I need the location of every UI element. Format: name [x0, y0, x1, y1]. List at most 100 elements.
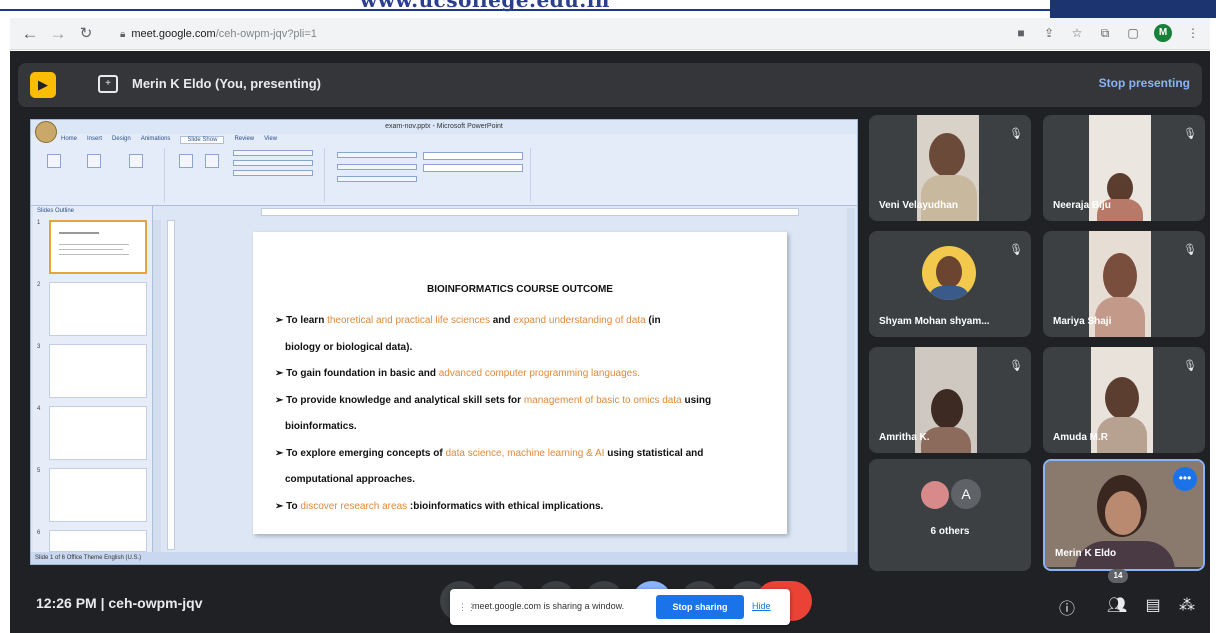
extensions-icon[interactable]: ⧉: [1098, 26, 1112, 41]
bullet-line: bioinformatics.: [285, 421, 357, 432]
back-icon[interactable]: ←: [20, 24, 40, 44]
slide-number: 6: [37, 530, 41, 536]
sharing-notification: ⋮⋮ meet.google.com is sharing a window. …: [450, 589, 790, 625]
participant-name: Amuda M.R: [1053, 432, 1108, 443]
mic-off-icon: 🎙︎: [1009, 128, 1023, 140]
text: ➢ To learn: [275, 315, 328, 326]
ribbon-tab: Animations: [140, 136, 171, 142]
bullet-line: computational approaches.: [285, 474, 416, 485]
presenting-bar: ▶ + Merin K Eldo (You, presenting) Stop …: [18, 63, 1202, 107]
bullet-line: ➢ To gain foundation in basic and advanc…: [275, 361, 775, 388]
others-avatar-letter: A: [951, 479, 981, 509]
more-options-button[interactable]: •••: [1173, 467, 1197, 491]
mic-off-icon: 🎙︎: [1009, 360, 1023, 372]
camera-icon[interactable]: ■: [1014, 26, 1028, 40]
participant-avatar: [922, 246, 976, 300]
presentation-icon: ▶: [30, 72, 56, 98]
participant-tile[interactable]: 🎙︎ Amuda M.R: [1043, 347, 1205, 453]
others-tile[interactable]: A 6 others: [869, 459, 1031, 571]
text: ➢ To explore emerging concepts of: [275, 447, 446, 459]
chat-icon[interactable]: ▤: [1142, 595, 1164, 615]
ribbon-tab-active: Slide Show: [180, 136, 225, 144]
current-slide: BIOINFORMATICS COURSE OUTCOME ➢ To learn…: [253, 232, 787, 534]
stop-sharing-button[interactable]: Stop sharing: [656, 595, 744, 619]
horizontal-ruler: [261, 208, 799, 216]
mic-off-icon: 🎙︎: [1183, 244, 1197, 256]
ribbon-tab: View: [264, 136, 278, 142]
participant-tile[interactable]: 🎙︎ Mariya Shaji: [1043, 231, 1205, 337]
lock-icon: 🔒︎: [120, 29, 126, 40]
share-icon[interactable]: ⇪: [1042, 26, 1056, 40]
slide-number: 4: [37, 406, 41, 412]
mic-off-icon: 🎙︎: [1183, 128, 1197, 140]
bullet-line: ➢ To explore emerging concepts of data s…: [275, 441, 775, 468]
slide-thumbnail[interactable]: [49, 220, 147, 274]
participant-name: Veni Velayudhan: [879, 200, 958, 211]
highlight-text: expand understanding of data: [513, 315, 646, 326]
slide-thumbnail[interactable]: [49, 530, 147, 552]
ppt-window-title: exam-nov.pptx - Microsoft PowerPoint: [31, 120, 857, 134]
ppt-status-bar: Slide 1 of 6 Office Theme English (U.S.): [31, 552, 857, 564]
slide-thumbnail[interactable]: [49, 406, 147, 460]
url-host: meet.google.com: [131, 28, 216, 40]
highlight-text: discover research areas: [300, 500, 408, 512]
participant-tile[interactable]: 🎙︎ Amritha K.: [869, 347, 1031, 453]
shared-screen: exam-nov.pptx - Microsoft PowerPoint Hom…: [30, 119, 858, 565]
bullet-line: ➢ To provide knowledge and analytical sk…: [275, 388, 775, 415]
participant-tile[interactable]: 🎙︎ Neeraja Biju: [1043, 115, 1205, 221]
people-count-badge: 14: [1108, 569, 1128, 583]
others-avatar-image: [921, 481, 949, 509]
text: (in: [645, 315, 661, 326]
reload-icon[interactable]: ↻: [76, 24, 96, 44]
ribbon-tab: Review: [234, 136, 255, 142]
participant-tile[interactable]: 🎙︎ Veni Velayudhan: [869, 115, 1031, 221]
panel-scrollbar[interactable]: [153, 220, 161, 554]
text: ➢ To gain foundation in basic and: [275, 368, 439, 379]
participant-name: Mariya Shaji: [1053, 316, 1112, 327]
sharing-message: meet.google.com is sharing a window.: [472, 601, 625, 611]
text: ➢ To: [275, 500, 301, 512]
participant-name: Neeraja Biju: [1053, 200, 1111, 211]
activities-icon[interactable]: ⁂: [1176, 595, 1198, 615]
participant-name: Merin K Eldo: [1055, 548, 1117, 559]
slide-scrollbar[interactable]: [847, 208, 855, 554]
highlight-text: advanced computer programming languages.: [438, 368, 640, 379]
people-icon[interactable]: 👥︎: [1106, 595, 1128, 615]
bullet-line: ➢ To discover research areas :bioinforma…: [275, 494, 775, 521]
text: :bioinformatics with ethical implication…: [407, 500, 604, 512]
office-orb-icon: [35, 121, 57, 143]
stop-presenting-button[interactable]: Stop presenting: [1099, 76, 1190, 90]
ribbon-group: [37, 148, 165, 202]
ppt-ribbon: Home Insert Design Animations Slide Show…: [31, 134, 857, 206]
address-bar[interactable]: 🔒︎ meet.google.com/ceh-owpm-jqv?pli=1: [120, 23, 1020, 45]
browser-actions: ■ ⇪ ☆ ⧉ ▢ M ⋮: [1014, 24, 1200, 42]
sidebar-icon[interactable]: ▢: [1126, 26, 1140, 40]
star-icon[interactable]: ☆: [1070, 26, 1084, 40]
browser-toolbar: ← → ↻ 🔒︎ meet.google.com/ceh-owpm-jqv?pli…: [10, 18, 1210, 50]
ribbon-tab: Design: [112, 136, 131, 142]
panel-tabs: Slides Outline: [37, 208, 75, 214]
meet-window: ▶ + Merin K Eldo (You, presenting) Stop …: [10, 51, 1210, 633]
time-and-meeting-code: 12:26 PM | ceh-owpm-jqv: [36, 595, 203, 611]
menu-icon[interactable]: ⋮: [1186, 26, 1200, 40]
slide-thumbnail[interactable]: [49, 344, 147, 398]
ribbon-group: [331, 148, 531, 202]
hide-link[interactable]: Hide: [752, 601, 771, 611]
bullet-line: ➢ To learn theoretical and practical lif…: [275, 308, 775, 335]
mic-off-icon: 🎙︎: [1009, 244, 1023, 256]
slide-bullets: ➢ To learn theoretical and practical lif…: [275, 308, 775, 520]
profile-avatar[interactable]: M: [1154, 24, 1172, 42]
participant-tile[interactable]: 🎙︎ Shyam Mohan shyam...: [869, 231, 1031, 337]
text: using: [681, 394, 712, 406]
highlight-text: data science, machine learning & AI: [445, 447, 605, 459]
ribbon-group: [171, 148, 325, 202]
others-count: 6 others: [930, 526, 970, 537]
forward-icon[interactable]: →: [48, 24, 68, 44]
slide-thumbnail[interactable]: [49, 468, 147, 522]
slides-panel: Slides Outline 1 2 3 4 5 6: [33, 206, 153, 554]
self-tile[interactable]: ••• Merin K Eldo: [1043, 459, 1205, 571]
info-icon[interactable]: ⓘ: [1056, 595, 1078, 619]
participant-name: Shyam Mohan shyam...: [879, 316, 990, 327]
slide-number: 2: [37, 282, 41, 288]
slide-thumbnail[interactable]: [49, 282, 147, 336]
